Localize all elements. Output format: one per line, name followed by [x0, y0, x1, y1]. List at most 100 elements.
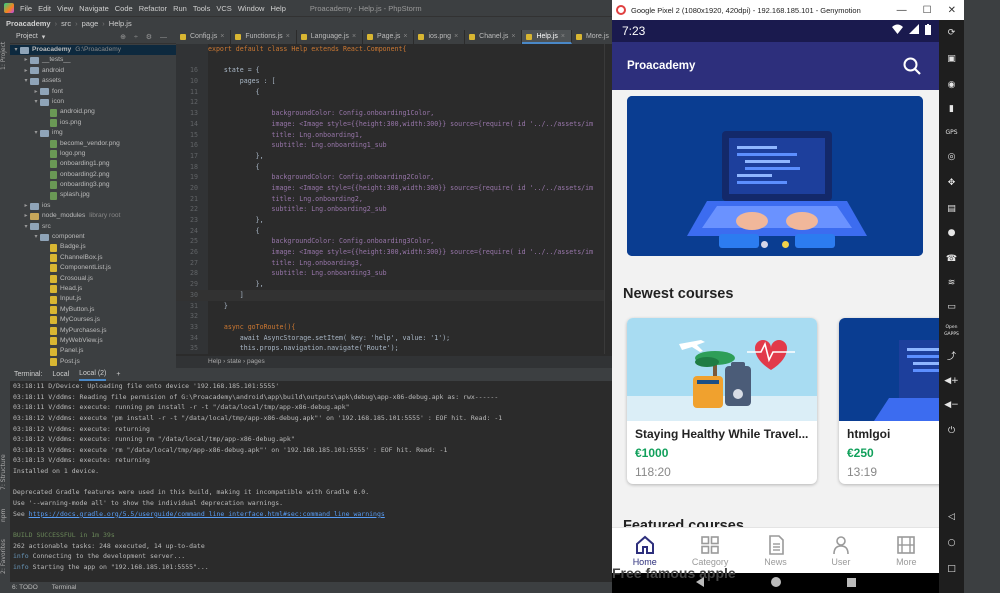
- tree-item[interactable]: ios.png: [10, 118, 176, 128]
- editor-tab[interactable]: Chanel.js ×: [465, 30, 523, 44]
- add-terminal-button[interactable]: +: [116, 371, 120, 378]
- chevron-right-icon[interactable]: ▸: [22, 66, 30, 76]
- menu-view[interactable]: View: [57, 4, 73, 13]
- search-icon[interactable]: [903, 57, 921, 75]
- tree-item[interactable]: ▾ src: [10, 222, 176, 232]
- tree-item[interactable]: ▾ component: [10, 232, 176, 242]
- tree-item[interactable]: MyWebView.js: [10, 336, 176, 346]
- terminal-link[interactable]: https://docs.gradle.org/5.5/userguide/co…: [29, 510, 385, 518]
- tree-item[interactable]: ▾ assets: [10, 76, 176, 86]
- tree-item[interactable]: onboarding3.png: [10, 180, 176, 190]
- rss-icon[interactable]: ≋: [944, 276, 959, 290]
- tree-item[interactable]: splash.jpg: [10, 190, 176, 200]
- menu-run[interactable]: Run: [173, 4, 187, 13]
- chevron-down-icon[interactable]: ▾: [32, 97, 40, 107]
- close-button[interactable]: ✕: [948, 5, 956, 16]
- tool-window-favorites[interactable]: 2: Favorites: [0, 535, 10, 579]
- terminal-output[interactable]: 03:18:11 D/Device: Uploading file onto d…: [10, 381, 612, 582]
- tree-item[interactable]: onboarding1.png: [10, 159, 176, 169]
- open-gapps-icon[interactable]: Open GAPPS: [944, 324, 959, 338]
- menu-file[interactable]: File: [20, 4, 32, 13]
- editor-tab[interactable]: Functions.js ×: [231, 30, 297, 44]
- code-breadcrumb[interactable]: Help › state › pages: [176, 356, 612, 368]
- tree-item[interactable]: ▸ ios: [10, 201, 176, 211]
- terminal-tab-local[interactable]: Local: [52, 371, 69, 378]
- nav-news[interactable]: News: [743, 528, 808, 573]
- battery-widget-icon[interactable]: ▮: [944, 102, 959, 116]
- nav-user[interactable]: User: [808, 528, 873, 573]
- tree-item[interactable]: Badge.js: [10, 242, 176, 252]
- home-key-icon[interactable]: [770, 576, 782, 590]
- webcam-icon[interactable]: ◎: [944, 150, 959, 164]
- close-tab-icon[interactable]: ×: [352, 33, 356, 40]
- newest-courses-list[interactable]: Staying Healthy While Travel... €1000 11…: [627, 318, 939, 484]
- home-key-icon[interactable]: ○: [944, 536, 959, 550]
- tree-item[interactable]: ▸ __tests__: [10, 55, 176, 65]
- editor-tab[interactable]: Language.js ×: [297, 30, 364, 44]
- code-editor[interactable]: export default class Help extends React.…: [176, 44, 612, 368]
- tree-item[interactable]: MyButton.js: [10, 305, 176, 315]
- tree-item[interactable]: ▸ font: [10, 87, 176, 97]
- tree-item[interactable]: ▾ img: [10, 128, 176, 138]
- onboarding-banner-carousel[interactable]: [627, 96, 923, 256]
- chevron-down-icon[interactable]: ▾: [32, 128, 40, 138]
- course-card[interactable]: htmlgoi €250 13:19: [839, 318, 939, 484]
- tree-item[interactable]: MyCourses.js: [10, 315, 176, 325]
- todo-tool-button[interactable]: 6: TODO: [12, 584, 38, 591]
- tree-item[interactable]: ▸ android: [10, 66, 176, 76]
- editor-tab[interactable]: ios.png ×: [414, 30, 466, 44]
- close-tab-icon[interactable]: ×: [286, 33, 290, 40]
- menu-code[interactable]: Code: [115, 4, 133, 13]
- code-lines[interactable]: export default class Help extends React.…: [176, 44, 612, 354]
- back-key-icon[interactable]: ◁: [944, 510, 959, 524]
- carousel-dot-active[interactable]: [782, 241, 789, 248]
- chevron-down-icon[interactable]: ▾: [32, 232, 40, 242]
- tree-item[interactable]: become_vendor.png: [10, 139, 176, 149]
- close-tab-icon[interactable]: ×: [561, 33, 565, 40]
- tool-window-project[interactable]: 1: Project: [0, 36, 10, 76]
- breadcrumb-item[interactable]: src: [61, 19, 71, 28]
- home-scroll-view[interactable]: Newest courses Staying Healthy While Tra…: [612, 90, 939, 546]
- chevron-right-icon[interactable]: ▸: [32, 87, 40, 97]
- course-card[interactable]: Staying Healthy While Travel... €1000 11…: [627, 318, 817, 484]
- tree-item[interactable]: Post.js: [10, 357, 176, 367]
- recents-key-icon[interactable]: [846, 577, 857, 590]
- volume-up-icon[interactable]: ◀+: [944, 374, 959, 388]
- chevron-down-icon[interactable]: ▾: [12, 45, 20, 55]
- chevron-right-icon[interactable]: ▸: [22, 211, 30, 221]
- move-icon[interactable]: ✥: [944, 176, 959, 190]
- tree-item[interactable]: ComponentList.js: [10, 263, 176, 273]
- tree-item[interactable]: onboarding2.png: [10, 170, 176, 180]
- dropdown-arrow-icon[interactable]: ▾: [42, 33, 46, 41]
- terminal-tab-local-2[interactable]: Local (2): [79, 368, 107, 381]
- minimize-button[interactable]: —: [897, 5, 907, 16]
- disk-icon[interactable]: ●: [944, 226, 959, 240]
- tree-item[interactable]: Crosoual.js: [10, 274, 176, 284]
- menu-window[interactable]: Window: [238, 4, 265, 13]
- tree-item[interactable]: ChannelBox.js: [10, 253, 176, 263]
- tree-item[interactable]: android.png: [10, 107, 176, 117]
- breadcrumb-item[interactable]: page: [82, 19, 99, 28]
- rotate-icon[interactable]: ⟳: [944, 26, 959, 40]
- tree-item[interactable]: Head.js: [10, 284, 176, 294]
- editor-tab[interactable]: Config.js ×: [176, 30, 232, 44]
- power-icon[interactable]: ⏻: [944, 424, 959, 438]
- nav-more[interactable]: More: [874, 528, 939, 573]
- tree-item[interactable]: Panel.js: [10, 346, 176, 356]
- tree-item[interactable]: MyPurchases.js: [10, 326, 176, 336]
- editor-tab[interactable]: More.js×: [572, 30, 612, 44]
- menu-navigate[interactable]: Navigate: [79, 4, 109, 13]
- tree-item[interactable]: ▸ node_modules library root: [10, 211, 176, 221]
- breadcrumb-item[interactable]: Help.js: [109, 19, 132, 28]
- chevron-right-icon[interactable]: ▸: [22, 201, 30, 211]
- chevron-down-icon[interactable]: ▾: [22, 76, 30, 86]
- tool-window-npm[interactable]: npm: [0, 505, 10, 525]
- volume-down-icon[interactable]: ◀−: [944, 398, 959, 412]
- editor-tab[interactable]: Page.js ×: [363, 30, 415, 44]
- chevron-right-icon[interactable]: ▸: [22, 55, 30, 65]
- breadcrumb-item[interactable]: Proacademy: [6, 19, 51, 28]
- record-icon[interactable]: ◉: [944, 78, 959, 92]
- project-panel-tools-icon[interactable]: ⊕ ÷ ⚙ —: [120, 33, 170, 41]
- close-tab-icon[interactable]: ×: [511, 33, 515, 40]
- close-tab-icon[interactable]: ×: [454, 33, 458, 40]
